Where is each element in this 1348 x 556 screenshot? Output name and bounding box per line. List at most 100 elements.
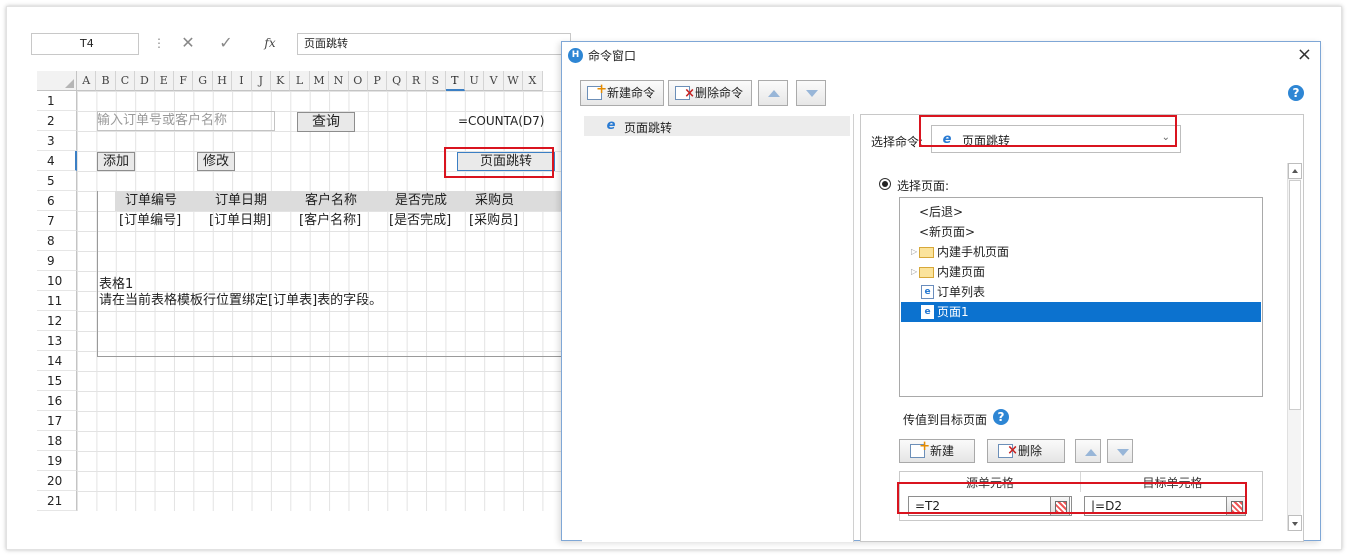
row-header[interactable]: 11	[37, 291, 77, 311]
add-button[interactable]: 添加	[97, 152, 135, 171]
column-header[interactable]: J	[251, 71, 271, 91]
column-header[interactable]: U	[465, 71, 485, 91]
column-header[interactable]: P	[368, 71, 388, 91]
row-header[interactable]: 18	[37, 431, 77, 451]
screenshot-frame: T4 ⋮ ✕ ✓ fx 页面跳转 ABCDEFGHIJKLMNOPQRSTUVW…	[6, 6, 1342, 550]
column-header[interactable]: R	[406, 71, 427, 91]
scroll-thumb[interactable]	[1289, 180, 1301, 410]
table-header-cell: 客户名称	[305, 193, 358, 208]
row-header[interactable]: 21	[37, 491, 77, 511]
mapping-move-up-button[interactable]	[1075, 439, 1101, 463]
delete-command-label: 删除命令	[695, 86, 744, 100]
column-header[interactable]: V	[484, 71, 504, 91]
list-item[interactable]: e 页面跳转	[584, 116, 850, 136]
expand-icon[interactable]: ▷	[911, 262, 917, 282]
mapping-move-down-button[interactable]	[1107, 439, 1133, 463]
row-header[interactable]: 7	[37, 211, 77, 231]
move-up-button[interactable]	[758, 80, 788, 106]
tree-item-pages[interactable]: ▷ 内建页面	[901, 262, 1261, 282]
confirm-icon[interactable]: ✓	[215, 33, 237, 55]
spreadsheet: T4 ⋮ ✕ ✓ fx 页面跳转 ABCDEFGHIJKLMNOPQRSTUVW…	[31, 27, 571, 537]
column-header[interactable]: W	[503, 71, 524, 91]
table-field-cell[interactable]: [订单日期]	[209, 211, 271, 231]
page-jump-icon: e	[606, 118, 616, 133]
move-down-button[interactable]	[796, 80, 826, 106]
row-header[interactable]: 19	[37, 451, 77, 471]
column-header[interactable]: C	[115, 71, 136, 91]
row-header[interactable]: 20	[37, 471, 77, 491]
column-header[interactable]: M	[309, 71, 330, 91]
column-header[interactable]: A	[77, 71, 97, 91]
new-command-button[interactable]: 新建命令	[580, 78, 664, 106]
panel-scrollbar[interactable]	[1287, 163, 1302, 531]
column-header[interactable]: G	[193, 71, 213, 91]
column-header[interactable]: S	[426, 71, 446, 91]
name-box[interactable]: T4	[31, 33, 139, 55]
query-button[interactable]: 查询	[297, 112, 355, 132]
column-header[interactable]: K	[271, 71, 291, 91]
row-header[interactable]: 14	[37, 351, 77, 371]
row-header[interactable]: 1	[37, 91, 77, 111]
row-header[interactable]: 4	[37, 151, 77, 171]
edit-button[interactable]: 修改	[197, 152, 235, 171]
tree-item-mobile-pages[interactable]: ▷ 内建手机页面	[901, 242, 1261, 262]
row-header[interactable]: 12	[37, 311, 77, 331]
pass-value-help-icon[interactable]: ?	[993, 409, 1009, 425]
row-header[interactable]: 15	[37, 371, 77, 391]
column-header[interactable]: B	[96, 71, 116, 91]
column-header[interactable]: Q	[387, 71, 407, 91]
count-formula-cell[interactable]: =COUNTA(D7)	[458, 111, 544, 131]
search-input-border	[97, 111, 275, 131]
row-header[interactable]: 17	[37, 411, 77, 431]
delete-command-button[interactable]: 删除命令	[668, 80, 752, 106]
column-header[interactable]: H	[212, 71, 233, 91]
column-header[interactable]: O	[348, 71, 368, 91]
column-header[interactable]: F	[174, 71, 194, 91]
column-header[interactable]: L	[290, 71, 310, 91]
scroll-up-icon[interactable]	[1288, 163, 1302, 179]
cancel-icon[interactable]: ✕	[177, 33, 199, 55]
row-header[interactable]: 3	[37, 131, 77, 151]
new-command-label: 新建命令	[607, 86, 656, 100]
command-settings-panel: 选择命令: e 页面跳转 ⌄ 选择页面: <后退> <新页面> ▷ 内建手机页面…	[860, 114, 1304, 542]
row-header[interactable]: 5	[37, 171, 77, 191]
column-header[interactable]: D	[135, 71, 155, 91]
tree-item-back[interactable]: <后退>	[901, 202, 1261, 222]
row-header[interactable]: 8	[37, 231, 77, 251]
formula-input[interactable]: 页面跳转	[297, 33, 571, 55]
scroll-down-icon[interactable]	[1288, 515, 1302, 531]
column-header[interactable]: N	[329, 71, 349, 91]
tree-item-order-list[interactable]: e 订单列表	[901, 282, 1261, 302]
formula-bar: T4 ⋮ ✕ ✓ fx 页面跳转	[31, 29, 571, 55]
tree-item-new-page[interactable]: <新页面>	[901, 222, 1261, 242]
select-page-radio[interactable]	[879, 178, 891, 190]
row-header[interactable]: 13	[37, 331, 77, 351]
expand-icon[interactable]: ▷	[911, 242, 917, 262]
row-header[interactable]: 10	[37, 271, 77, 291]
table-header-cell: 采购员	[475, 193, 515, 208]
new-mapping-button[interactable]: 新建	[899, 436, 975, 463]
more-icon: ⋮	[153, 36, 165, 50]
column-header[interactable]: I	[232, 71, 252, 91]
tree-item-page1[interactable]: e 页面1	[901, 302, 1261, 322]
table-field-cell[interactable]: [订单编号]	[119, 211, 181, 231]
pass-value-label: 传值到目标页面	[903, 413, 988, 427]
column-header[interactable]: X	[523, 71, 543, 91]
table-field-cell[interactable]: [客户名称]	[299, 211, 361, 231]
delete-mapping-button[interactable]: 删除	[987, 439, 1065, 463]
table-hint: 请在当前表格模板行位置绑定[订单表]表的字段。	[99, 293, 383, 308]
close-icon[interactable]: ×	[1297, 44, 1312, 65]
row-header[interactable]: 9	[37, 251, 77, 271]
column-header[interactable]: E	[154, 71, 174, 91]
row-header[interactable]: 16	[37, 391, 77, 411]
select-all-corner[interactable]	[37, 71, 77, 91]
page-tree[interactable]: <后退> <新页面> ▷ 内建手机页面 ▷ 内建页面 e 订单列表 e 页面1	[899, 197, 1263, 397]
table-field-cell[interactable]: [采购员]	[469, 211, 518, 231]
row-header[interactable]: 2	[37, 111, 77, 131]
column-header[interactable]: T	[445, 71, 465, 91]
help-icon[interactable]: ?	[1288, 85, 1304, 101]
command-list[interactable]: e 页面跳转	[582, 114, 854, 542]
table-field-cell[interactable]: [是否完成]	[389, 211, 451, 231]
function-icon[interactable]: fx	[259, 33, 281, 55]
row-header[interactable]: 6	[37, 191, 77, 211]
